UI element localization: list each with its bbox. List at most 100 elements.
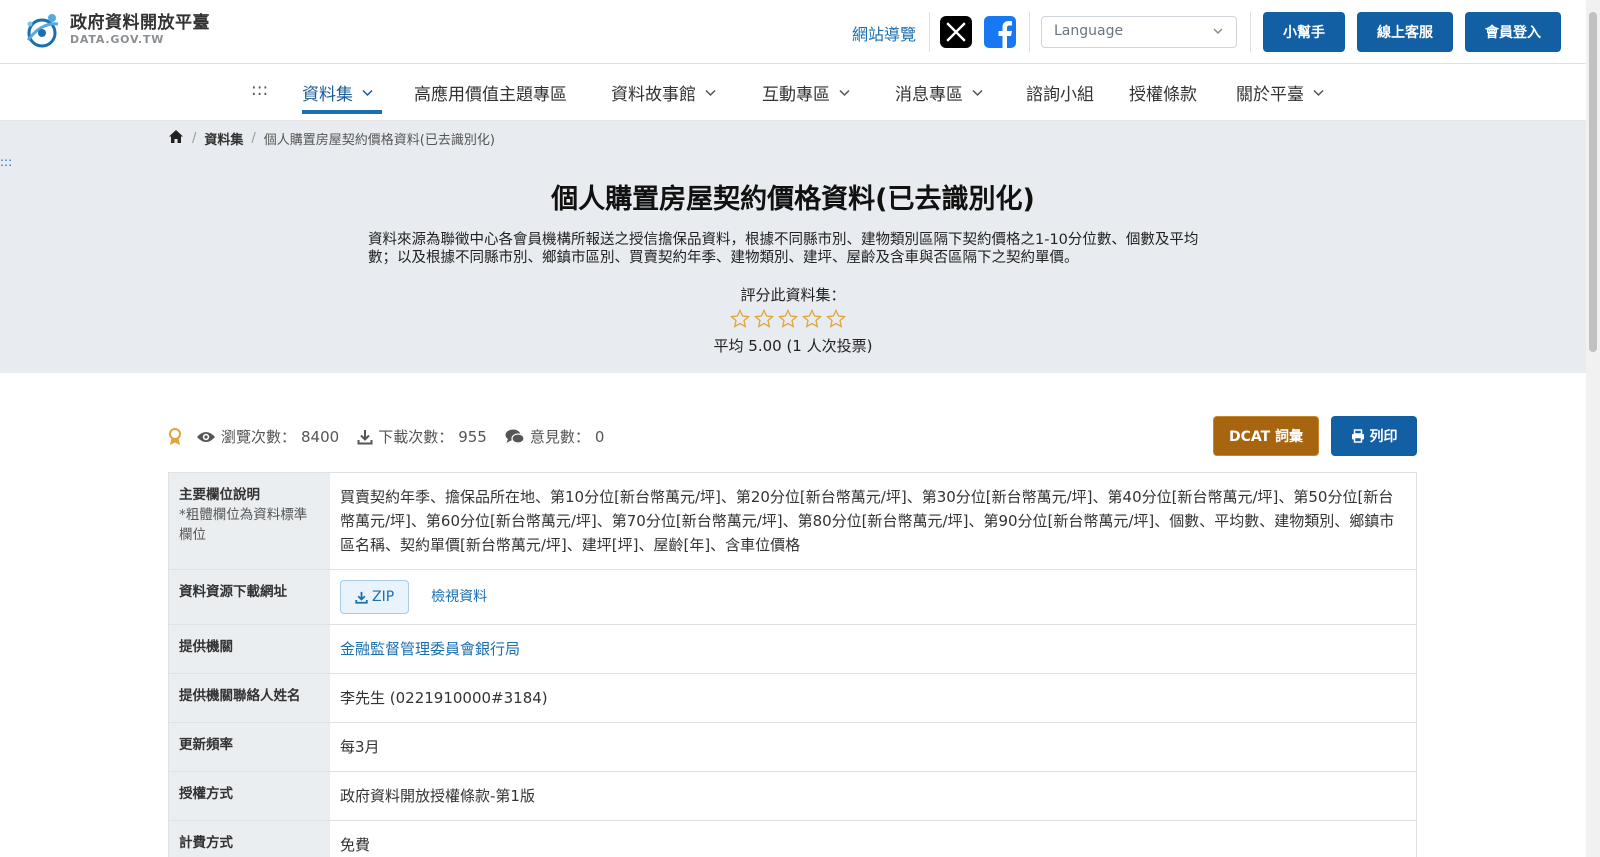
fee-value: 免費 [340, 836, 371, 854]
breadcrumb: / 資料集 / 個人購置房屋契約價格資料(已去識別化) [168, 129, 495, 148]
page-title: 個人購置房屋契約價格資料(已去識別化) [551, 184, 1035, 215]
nav-item-about[interactable]: 關於平臺 [1236, 80, 1325, 105]
nav-item-datasets[interactable]: 資料集 [302, 80, 374, 105]
fields-value: 買賣契約年季、擔保品所在地、第10分位[新台幣萬元/坪]、第20分位[新台幣萬元… [340, 488, 1395, 554]
chevron-down-icon [705, 89, 716, 97]
chevron-down-icon [972, 89, 983, 97]
frequency-value: 每3月 [340, 738, 380, 756]
comments-count: 0 [594, 427, 605, 446]
scrollbar-thumb[interactable] [1589, 12, 1597, 352]
dataset-stats: 瀏覽次數： 8400 下載次數： 955 意見數： 0 [168, 426, 622, 447]
home-icon[interactable] [168, 129, 184, 148]
provider-value: 金融監督管理委員會銀行局 [330, 625, 1416, 673]
breadcrumb-separator: / [192, 131, 197, 146]
star-icon[interactable] [802, 309, 822, 329]
nav-item-label: 關於平臺 [1236, 85, 1304, 105]
sitemap-link[interactable]: 網站導覽 [852, 21, 916, 45]
x-twitter-icon[interactable] [940, 16, 972, 48]
download-header: 資料資源下載網址 [169, 570, 330, 624]
contact-value: 李先生 (0221910000#3184) [340, 689, 548, 707]
views-stat: 瀏覽次數： 8400 [196, 426, 339, 447]
nav-item-label: 高應用價值主題專區 [414, 85, 567, 105]
star-icon[interactable] [754, 309, 774, 329]
online-service-button[interactable]: 線上客服 [1357, 12, 1453, 52]
download-value: ZIP 檢視資料 [330, 570, 1416, 624]
divider [929, 12, 930, 52]
license-value: 政府資料開放授權條款-第1版 [340, 787, 535, 805]
downloads-count: 955 [458, 427, 487, 446]
views-count: 8400 [301, 427, 340, 446]
license-header: 授權方式 [169, 772, 330, 820]
language-select[interactable]: Language [1041, 16, 1237, 48]
nav-item-label: 諮詢小組 [1026, 85, 1094, 105]
award-icon [168, 427, 182, 446]
content-anchor[interactable]: ::: [0, 155, 12, 169]
nav-item-advisory-group[interactable]: 諮詢小組 [1026, 80, 1094, 105]
chevron-down-icon [839, 89, 850, 97]
breadcrumb-datasets[interactable]: 資料集 [204, 129, 243, 148]
comments-stat: 意見數： 0 [505, 426, 605, 447]
rating-label: 評分此資料集： [740, 286, 846, 304]
table-row: 資料資源下載網址 ZIP 檢視資料 [168, 570, 1417, 625]
star-icon[interactable] [730, 309, 750, 329]
printer-icon [1351, 429, 1364, 443]
provider-link[interactable]: 金融監督管理委員會銀行局 [340, 640, 520, 658]
star-icon[interactable] [778, 309, 798, 329]
rating-average: 平均 5.00 (1 人次投票) [713, 337, 873, 355]
table-row: 計費方式 免費 [168, 821, 1417, 857]
chevron-down-icon [1313, 89, 1324, 97]
star-icon[interactable] [826, 309, 846, 329]
logo-icon [22, 12, 62, 50]
nav-item-label: 消息專區 [895, 85, 963, 105]
table-row: 授權方式 政府資料開放授權條款-第1版 [168, 772, 1417, 821]
print-label: 列印 [1369, 429, 1398, 445]
comments-icon [505, 429, 525, 444]
zip-label: ZIP [372, 589, 395, 605]
table-row: 提供機關聯絡人姓名 李先生 (0221910000#3184) [168, 674, 1417, 723]
dcat-vocabulary-button[interactable]: DCAT 詞彙 [1213, 416, 1319, 456]
zip-download-button[interactable]: ZIP [340, 580, 410, 614]
dataset-hero: / 資料集 / 個人購置房屋契約價格資料(已去識別化) ::: 個人購置房屋契約… [0, 121, 1586, 373]
print-button[interactable]: 列印 [1331, 416, 1417, 456]
nav-item-news[interactable]: 消息專區 [895, 80, 984, 105]
download-icon [355, 591, 368, 604]
nav-item-label: 資料集 [302, 85, 353, 105]
member-login-button[interactable]: 會員登入 [1465, 12, 1561, 52]
page: 政府資料開放平臺 DATA.GOV.TW 網站導覽 Language 小幫手 線… [0, 0, 1600, 857]
contact-header: 提供機關聯絡人姓名 [169, 674, 330, 722]
frequency-header: 更新頻率 [169, 723, 330, 771]
chevron-down-icon [362, 89, 373, 97]
breadcrumb-current: 個人購置房屋契約價格資料(已去識別化) [263, 133, 495, 148]
fields-label: 主要欄位說明 [179, 487, 260, 503]
page-scrollbar[interactable] [1586, 0, 1600, 857]
facebook-icon[interactable] [984, 16, 1016, 48]
dataset-description: 資料來源為聯徵中心各會員機構所報送之授信擔保品資料，根據不同縣市別、建物類別區隔… [368, 232, 1199, 266]
nav-item-label: 互動專區 [762, 85, 830, 105]
nav-skip-anchor[interactable]: ::: [251, 80, 268, 100]
dataset-info-table: 主要欄位說明 *粗體欄位為資料標準欄位 買賣契約年季、擔保品所在地、第10分位[… [168, 472, 1417, 857]
table-row: 主要欄位說明 *粗體欄位為資料標準欄位 買賣契約年季、擔保品所在地、第10分位[… [168, 473, 1417, 570]
site-logo[interactable]: 政府資料開放平臺 DATA.GOV.TW [22, 12, 210, 50]
main-nav: ::: 資料集 高應用價值主題專區 資料故事館 互動專區 消息專區 諮詢小組 授… [0, 64, 1586, 121]
nav-item-license[interactable]: 授權條款 [1129, 80, 1197, 105]
fee-header: 計費方式 [169, 821, 330, 857]
views-label: 瀏覽次數： [221, 428, 297, 446]
language-select-value: Language [1054, 23, 1124, 39]
nav-item-interactive[interactable]: 互動專區 [762, 80, 851, 105]
rating-stars [730, 309, 846, 329]
divider [1250, 12, 1251, 52]
eye-icon [197, 431, 215, 442]
provider-header: 提供機關 [169, 625, 330, 673]
nav-item-data-stories[interactable]: 資料故事館 [611, 80, 717, 105]
helper-button[interactable]: 小幫手 [1263, 12, 1345, 52]
download-icon [357, 429, 373, 444]
view-data-link[interactable]: 檢視資料 [431, 585, 487, 609]
divider [1029, 12, 1030, 52]
downloads-label: 下載次數： [378, 428, 454, 446]
nav-item-high-value-topics[interactable]: 高應用價值主題專區 [414, 80, 567, 105]
table-row: 更新頻率 每3月 [168, 723, 1417, 772]
nav-item-label: 資料故事館 [611, 85, 696, 105]
breadcrumb-separator: / [251, 131, 256, 146]
downloads-stat: 下載次數： 955 [357, 426, 487, 447]
nav-active-indicator [302, 110, 382, 114]
